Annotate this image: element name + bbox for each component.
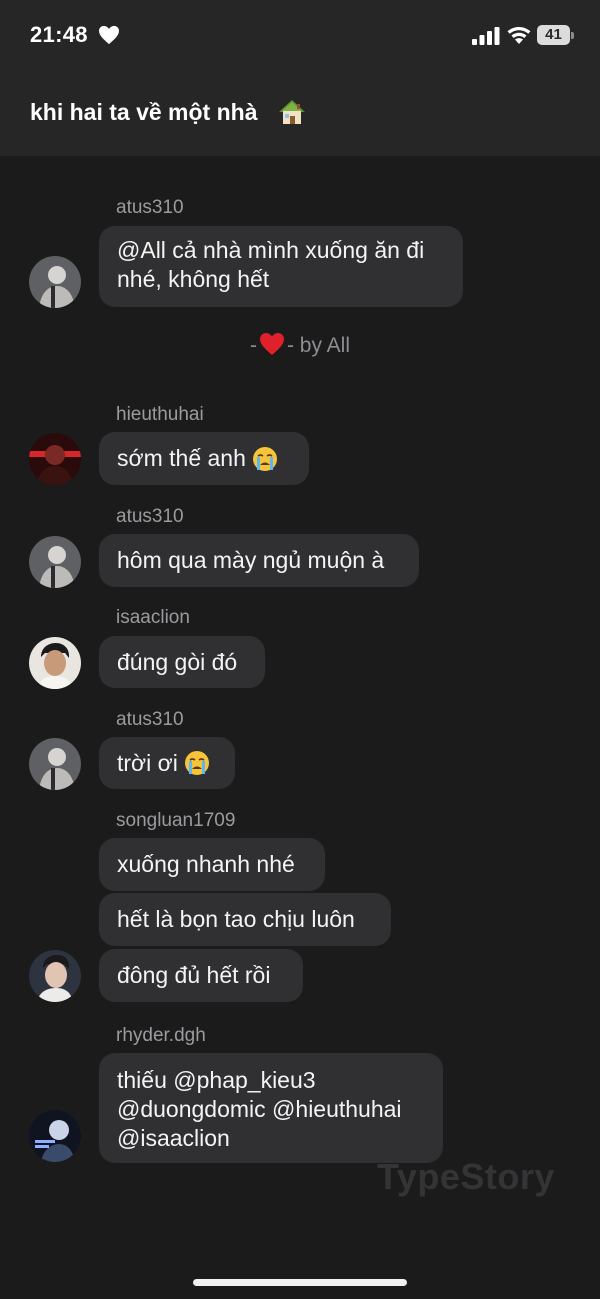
- message-text: sớm thế anh: [117, 445, 246, 471]
- avatar-image: [29, 1110, 81, 1162]
- reaction-suffix: - by All: [286, 334, 351, 357]
- status-time: 21:48: [30, 22, 88, 47]
- message-text: trời ơi: [117, 749, 178, 776]
- avatar[interactable]: [29, 738, 81, 790]
- message-bubble[interactable]: trời ơi: [99, 737, 235, 789]
- sender-name: rhyder.dgh: [116, 1025, 206, 1046]
- message-bubble[interactable]: đông đủ hết rồi: [99, 949, 303, 1002]
- sender-name: isaaclion: [116, 607, 190, 628]
- signal-icon: [472, 27, 500, 45]
- avatar[interactable]: [29, 1110, 81, 1162]
- house-icon: [279, 100, 305, 124]
- crying-face-icon: [184, 751, 209, 775]
- battery-icon: 41: [537, 25, 574, 45]
- crying-face-icon: [252, 446, 277, 471]
- home-indicator[interactable]: [193, 1279, 407, 1286]
- chat-header: 21:48 41 khi hai ta về một nhà: [0, 0, 600, 156]
- message-bubble[interactable]: sớm thế anh: [99, 432, 309, 485]
- battery-level: 41: [545, 26, 562, 43]
- reaction-summary[interactable]: - - by All: [0, 332, 600, 358]
- reaction-prefix: -: [249, 334, 257, 357]
- avatar-image: [29, 536, 81, 588]
- chat-title[interactable]: khi hai ta về một nhà: [30, 99, 258, 126]
- sender-name: songluan1709: [116, 810, 236, 831]
- avatar-image: [29, 433, 81, 485]
- message-bubble[interactable]: thiếu @phap_kieu3 @duongdomic @hieuthuha…: [99, 1053, 443, 1163]
- message-text: hôm qua mày ngủ muộn à: [117, 547, 385, 573]
- avatar[interactable]: [29, 433, 81, 485]
- message-bubble[interactable]: hôm qua mày ngủ muộn à: [99, 534, 419, 587]
- avatar[interactable]: [29, 637, 81, 689]
- avatar-image: [29, 637, 81, 689]
- sender-name: atus310: [116, 506, 184, 527]
- watermark: TypeStory: [377, 1156, 555, 1197]
- avatar-image: [29, 256, 81, 308]
- message-text: xuống nhanh nhé: [117, 851, 295, 877]
- message-text: đúng gòi đó: [117, 648, 238, 675]
- message-text: đông đủ hết rồi: [117, 962, 271, 988]
- message-bubble[interactable]: xuống nhanh nhé: [99, 838, 325, 891]
- sender-name: atus310: [116, 197, 184, 218]
- message-bubble[interactable]: hết là bọn tao chịu luôn: [99, 893, 391, 946]
- message-bubble[interactable]: đúng gòi đó: [99, 636, 265, 688]
- avatar-image: [29, 738, 81, 790]
- wifi-icon: [507, 26, 531, 44]
- message-bubble[interactable]: @All cả nhà mình xuống ăn đi nhé, không …: [99, 226, 463, 307]
- sender-name: hieuthuhai: [116, 404, 204, 425]
- avatar[interactable]: [29, 256, 81, 308]
- message-text: hết là bọn tao chịu luôn: [117, 906, 355, 932]
- sender-name: atus310: [116, 709, 184, 730]
- avatar[interactable]: [29, 536, 81, 588]
- avatar[interactable]: [29, 950, 81, 1002]
- avatar-image: [29, 950, 81, 1002]
- red-heart-icon: [259, 333, 284, 355]
- heart-icon: [99, 25, 119, 45]
